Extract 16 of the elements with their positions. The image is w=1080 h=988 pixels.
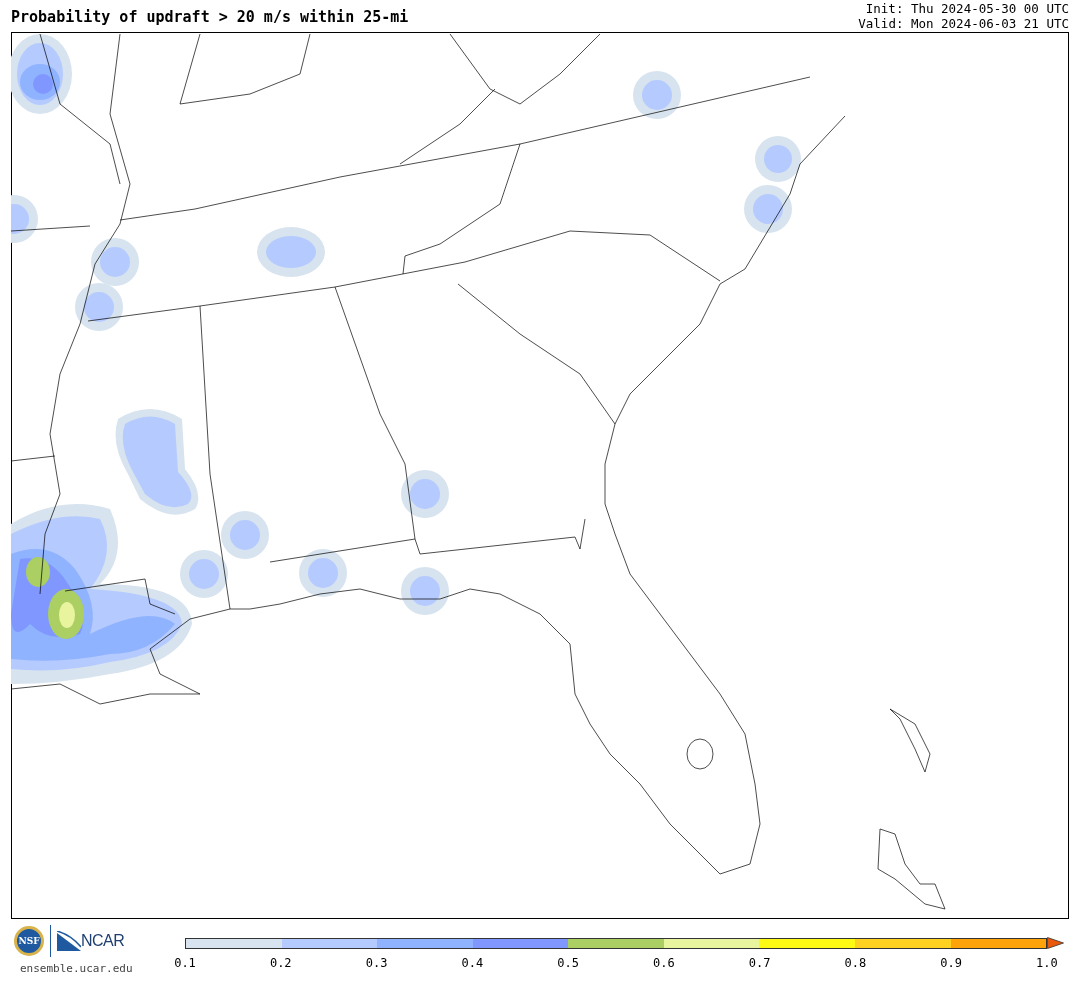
- valid-time: Valid: Mon 2024-06-03 21 UTC: [858, 16, 1069, 31]
- init-time: Init: Thu 2024-05-30 00 UTC: [864, 1, 1069, 16]
- colorbar-tick-label: 0.7: [747, 956, 772, 970]
- colorbar-tick-label: 0.1: [173, 956, 197, 970]
- ncar-wordmark: NCAR: [81, 932, 125, 950]
- colorbar-tick-label: 0.5: [556, 956, 580, 970]
- colorbar-tick-label: 0.8: [843, 956, 868, 970]
- colorbar-tick-label: 0.6: [652, 956, 676, 970]
- colorbar-tick-label: 0.4: [460, 956, 485, 970]
- ncar-mark-icon: [57, 931, 81, 951]
- chart-title: Probability of updraft > 20 m/s within 25-mi: [11, 8, 409, 28]
- colorbar-tick-label: 1.0: [1035, 956, 1059, 970]
- colorbar-tick-label: 0.2: [268, 956, 293, 970]
- colorbar-tick-label: 0.9: [939, 956, 963, 970]
- colorbar-tick-label: 0.3: [364, 956, 389, 970]
- nsf-seal: NSF: [14, 926, 44, 956]
